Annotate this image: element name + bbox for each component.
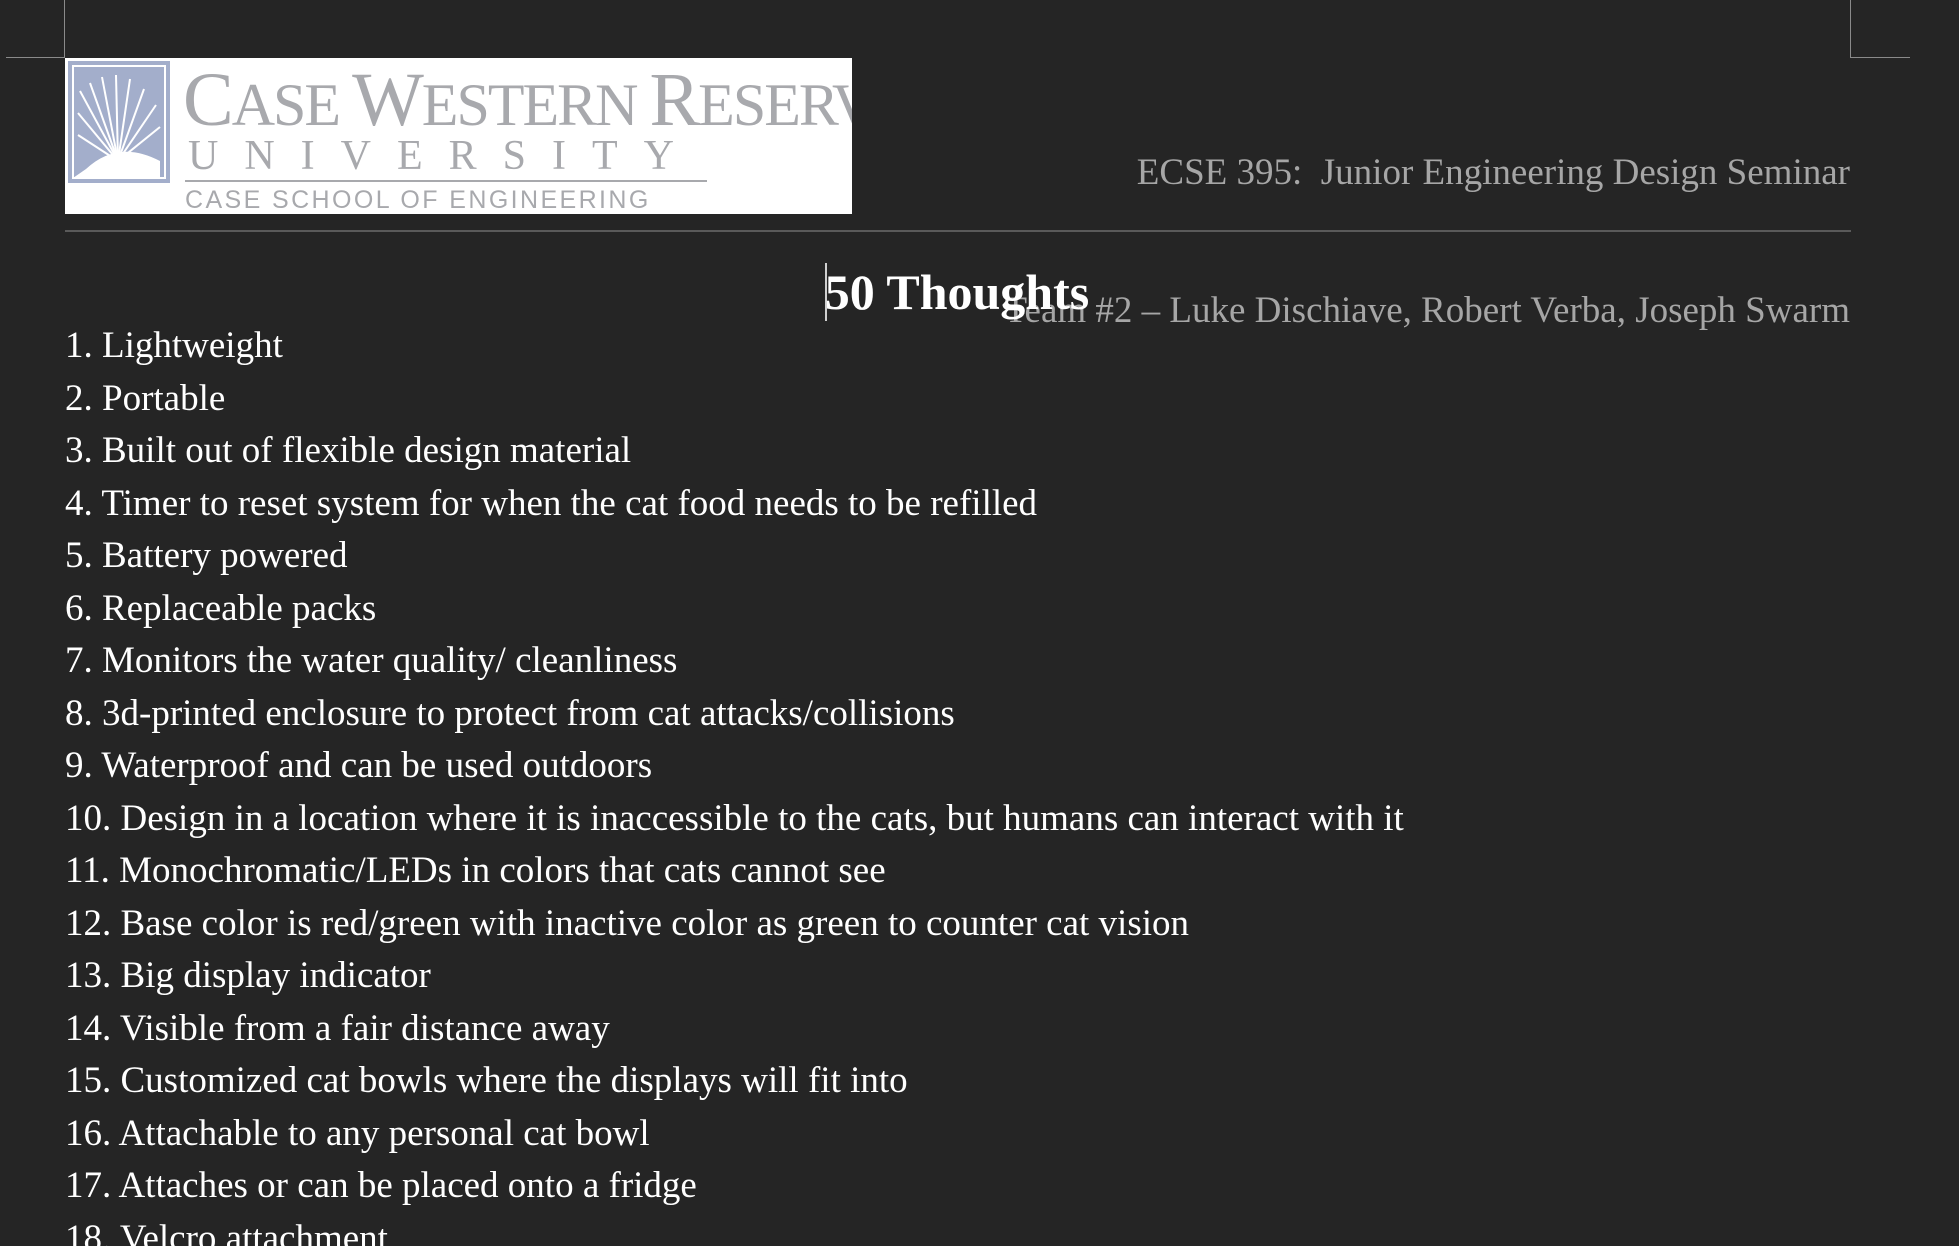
logo-divider xyxy=(185,180,707,182)
sunburst-logo-icon xyxy=(68,61,170,183)
logo-school-text: CASE SCHOOL OF ENGINEERING xyxy=(185,186,651,214)
crop-mark xyxy=(1850,0,1851,57)
university-logo: CASE WESTERN RESERVE UNIVERSITY CASE SCH… xyxy=(65,58,852,214)
document-title-text[interactable]: 50 Thoughts xyxy=(825,264,1089,320)
logo-letters: ESERVE xyxy=(698,72,852,138)
logo-university-text: UNIVERSITY xyxy=(188,133,700,179)
logo-letter: C xyxy=(183,58,234,142)
list-item[interactable]: 17. Attaches or can be placed onto a fri… xyxy=(65,1160,1404,1213)
logo-letter: R xyxy=(649,58,700,142)
list-item[interactable]: 1. Lightweight xyxy=(65,320,1404,373)
list-item[interactable]: 2. Portable xyxy=(65,373,1404,426)
list-item[interactable]: 6. Replaceable packs xyxy=(65,583,1404,636)
crop-mark xyxy=(6,57,65,58)
list-item[interactable]: 13. Big display indicator xyxy=(65,950,1404,1003)
list-item[interactable]: 16. Attachable to any personal cat bowl xyxy=(65,1108,1404,1161)
list-item[interactable]: 5. Battery powered xyxy=(65,530,1404,583)
list-item[interactable]: 12. Base color is red/green with inactiv… xyxy=(65,898,1404,951)
document-title[interactable]: 50 Thoughts xyxy=(0,262,1914,322)
logo-wordmark: CASE WESTERN RESERVE xyxy=(183,62,852,138)
list-item[interactable]: 7. Monitors the water quality/ cleanline… xyxy=(65,635,1404,688)
list-item[interactable]: 11. Monochromatic/LEDs in colors that ca… xyxy=(65,845,1404,898)
list-item[interactable]: 4. Timer to reset system for when the ca… xyxy=(65,478,1404,531)
header-divider xyxy=(65,230,1851,232)
course-title: ECSE 395: Junior Engineering Design Semi… xyxy=(1136,152,1850,193)
list-item[interactable]: 9. Waterproof and can be used outdoors xyxy=(65,740,1404,793)
list-item[interactable]: 18. Velcro attachment xyxy=(65,1213,1404,1246)
list-item[interactable]: 15. Customized cat bowls where the displ… xyxy=(65,1055,1404,1108)
logo-letters: ASE xyxy=(231,72,353,138)
logo-letters: ESTERN xyxy=(421,72,650,138)
list-item[interactable]: 3. Built out of flexible design material xyxy=(65,425,1404,478)
logo-letter: W xyxy=(352,58,424,142)
list-item[interactable]: 10. Design in a location where it is ina… xyxy=(65,793,1404,846)
crop-mark xyxy=(64,0,65,57)
ideas-list: 1. Lightweight 2. Portable 3. Built out of… xyxy=(65,320,1404,1246)
list-item[interactable]: 8. 3d-printed enclosure to protect from … xyxy=(65,688,1404,741)
document-page: CASE WESTERN RESERVE UNIVERSITY CASE SCH… xyxy=(0,0,1959,1246)
crop-mark xyxy=(1850,57,1910,58)
list-item[interactable]: 14. Visible from a fair distance away xyxy=(65,1003,1404,1056)
